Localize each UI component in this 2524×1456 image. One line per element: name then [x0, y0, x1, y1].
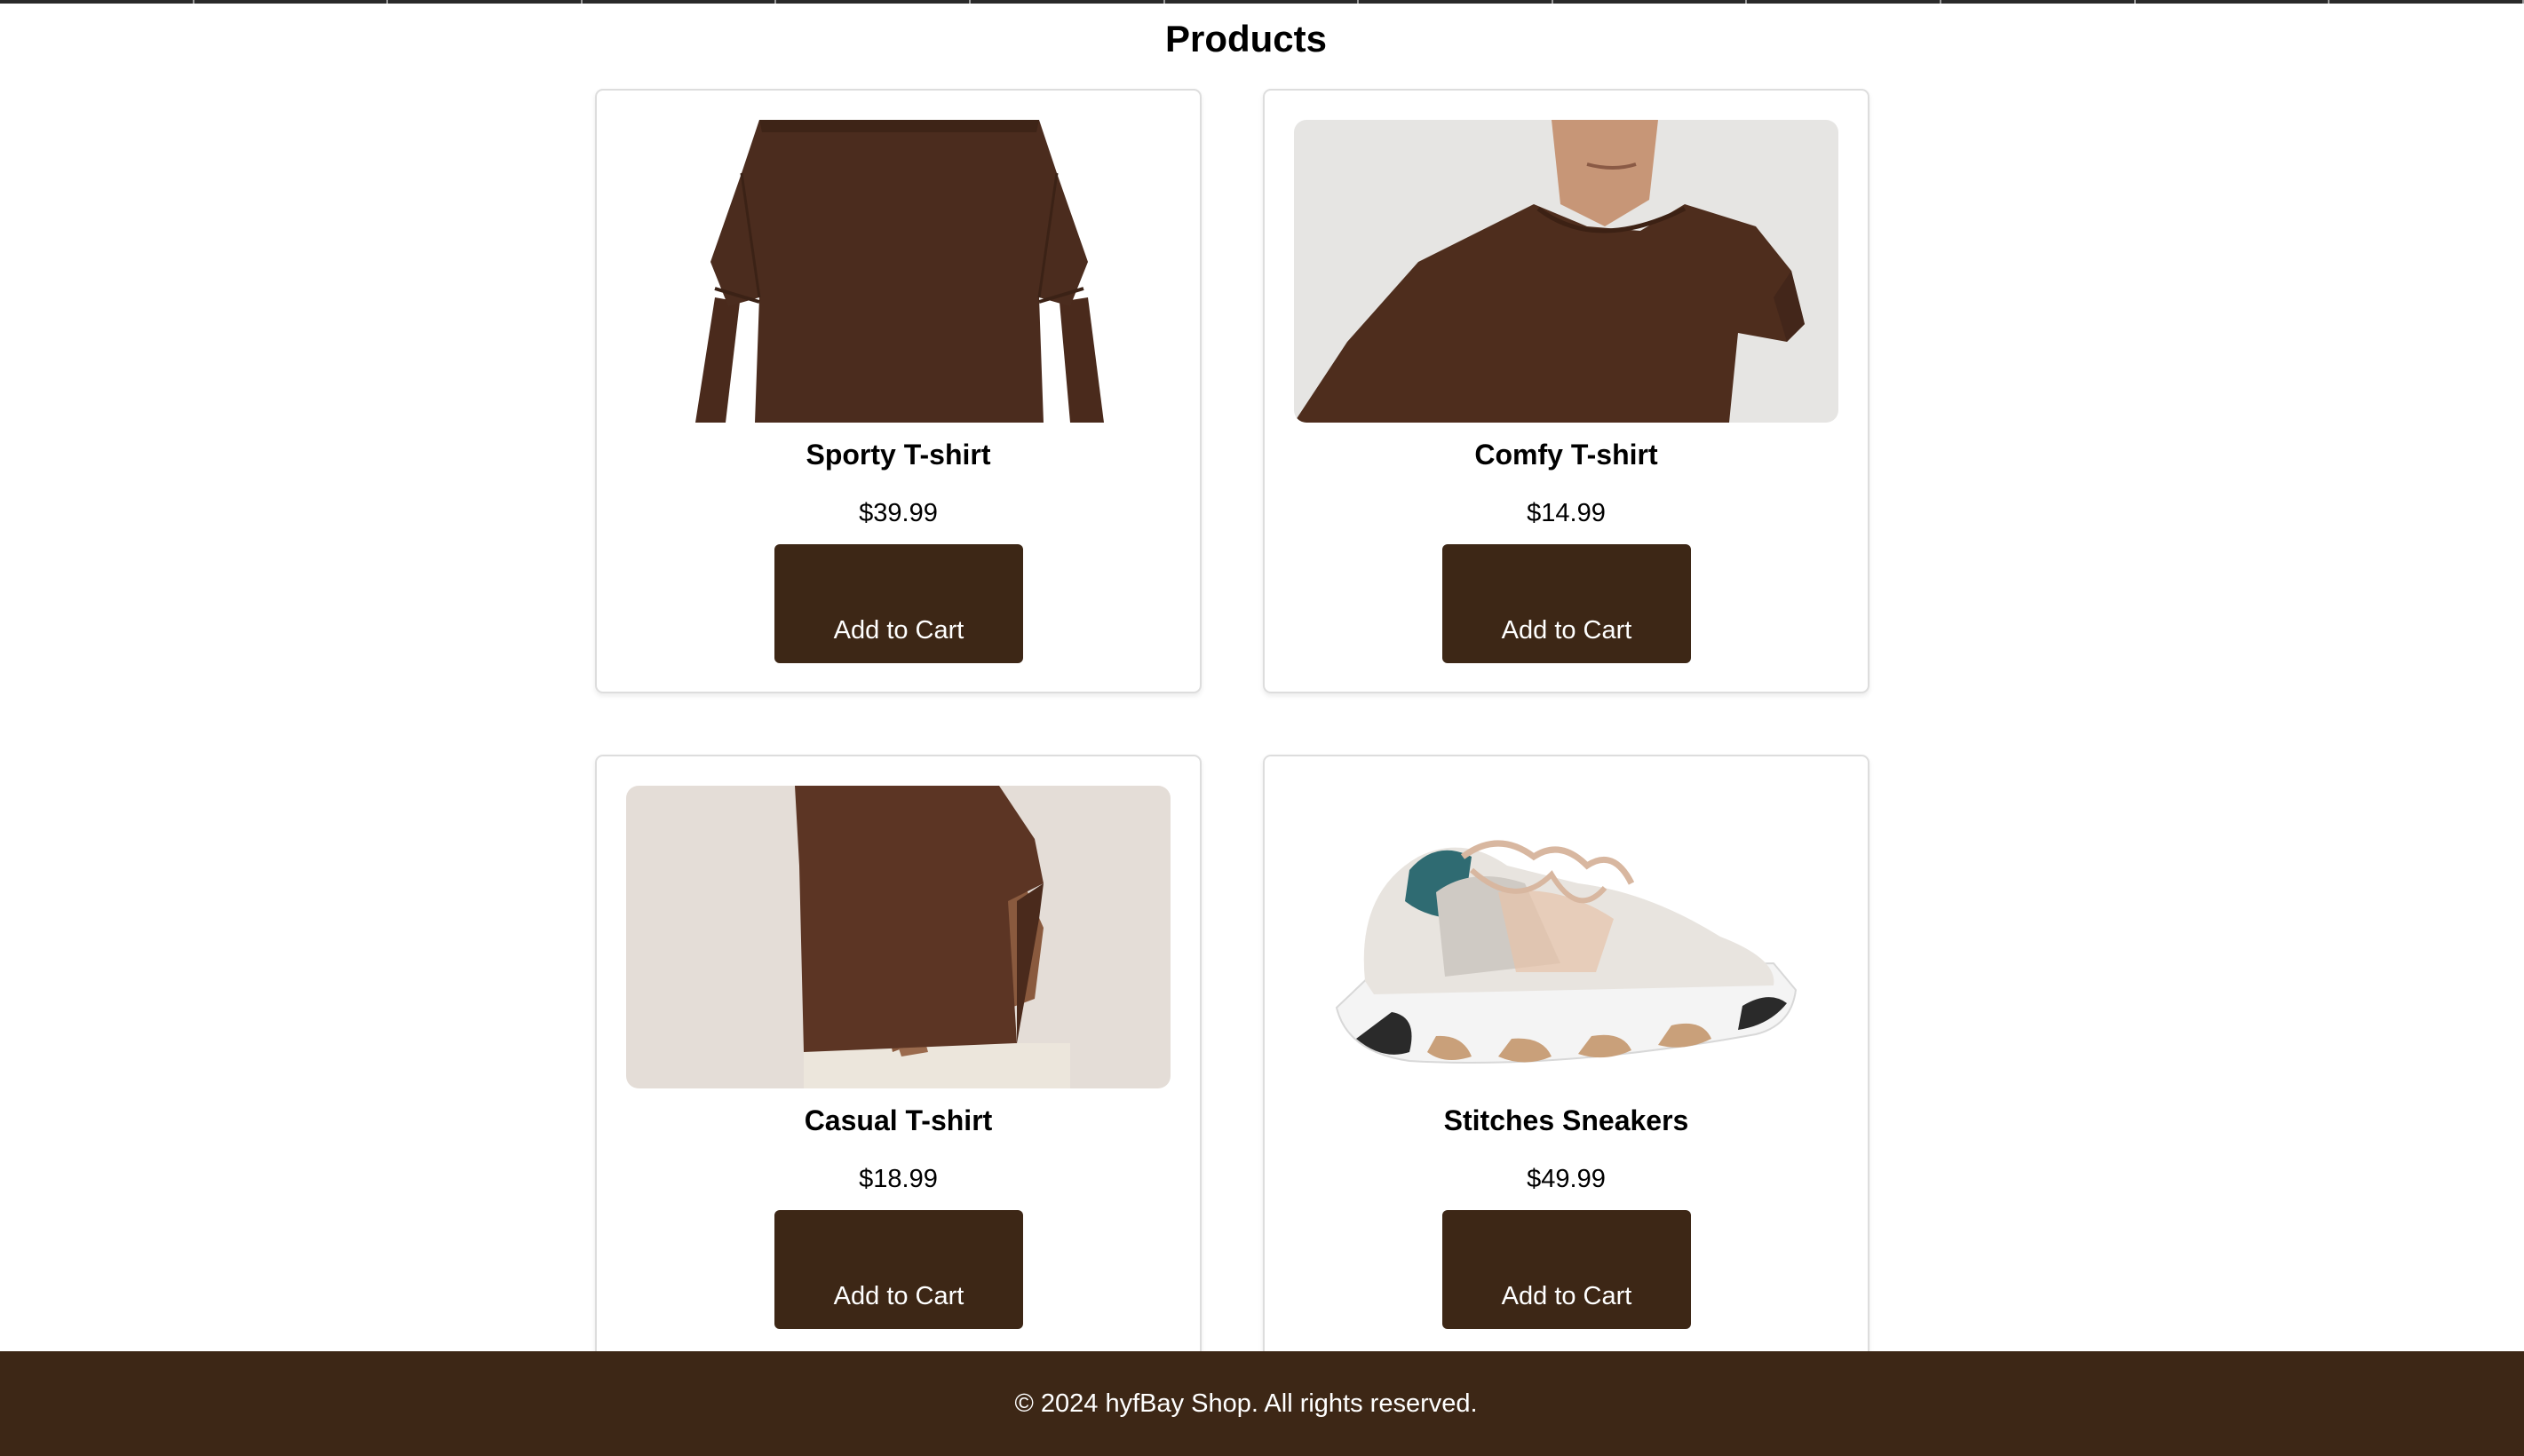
- product-image[interactable]: [1294, 120, 1838, 423]
- product-card-comfy-tshirt: Comfy T-shirt $14.99 Add to Cart: [1263, 89, 1869, 693]
- product-name: Comfy T-shirt: [1474, 439, 1658, 471]
- product-image[interactable]: [1294, 786, 1838, 1088]
- add-to-cart-button[interactable]: Add to Cart: [774, 544, 1023, 663]
- add-to-cart-button[interactable]: Add to Cart: [1442, 544, 1691, 663]
- add-to-cart-button[interactable]: Add to Cart: [1442, 1210, 1691, 1329]
- product-price: $14.99: [1527, 499, 1606, 527]
- product-card-casual-tshirt: Casual T-shirt $18.99 Add to Cart: [595, 755, 1202, 1359]
- product-card-stitches-sneakers: Stitches Sneakers $49.99 Add to Cart: [1263, 755, 1869, 1359]
- copyright-text: © 2024 hyfBay Shop. All rights reserved.: [1014, 1389, 1478, 1418]
- footer: © 2024 hyfBay Shop. All rights reserved.: [0, 1351, 2524, 1456]
- product-price: $49.99: [1527, 1165, 1606, 1193]
- product-image[interactable]: [626, 120, 1171, 423]
- product-image[interactable]: [626, 786, 1171, 1088]
- page-title: Products: [1164, 18, 1328, 59]
- top-nav-edge: [0, 0, 2524, 4]
- product-name: Stitches Sneakers: [1443, 1104, 1689, 1136]
- products-page: Products Sporty T-shirt $39.99 Add to Ca…: [0, 0, 2524, 1456]
- product-price: $39.99: [859, 499, 938, 527]
- product-name: Sporty T-shirt: [806, 439, 991, 471]
- product-price: $18.99: [859, 1165, 938, 1193]
- product-name: Casual T-shirt: [804, 1104, 993, 1136]
- add-to-cart-button[interactable]: Add to Cart: [774, 1210, 1023, 1329]
- product-card-sporty-tshirt: Sporty T-shirt $39.99 Add to Cart: [595, 89, 1202, 693]
